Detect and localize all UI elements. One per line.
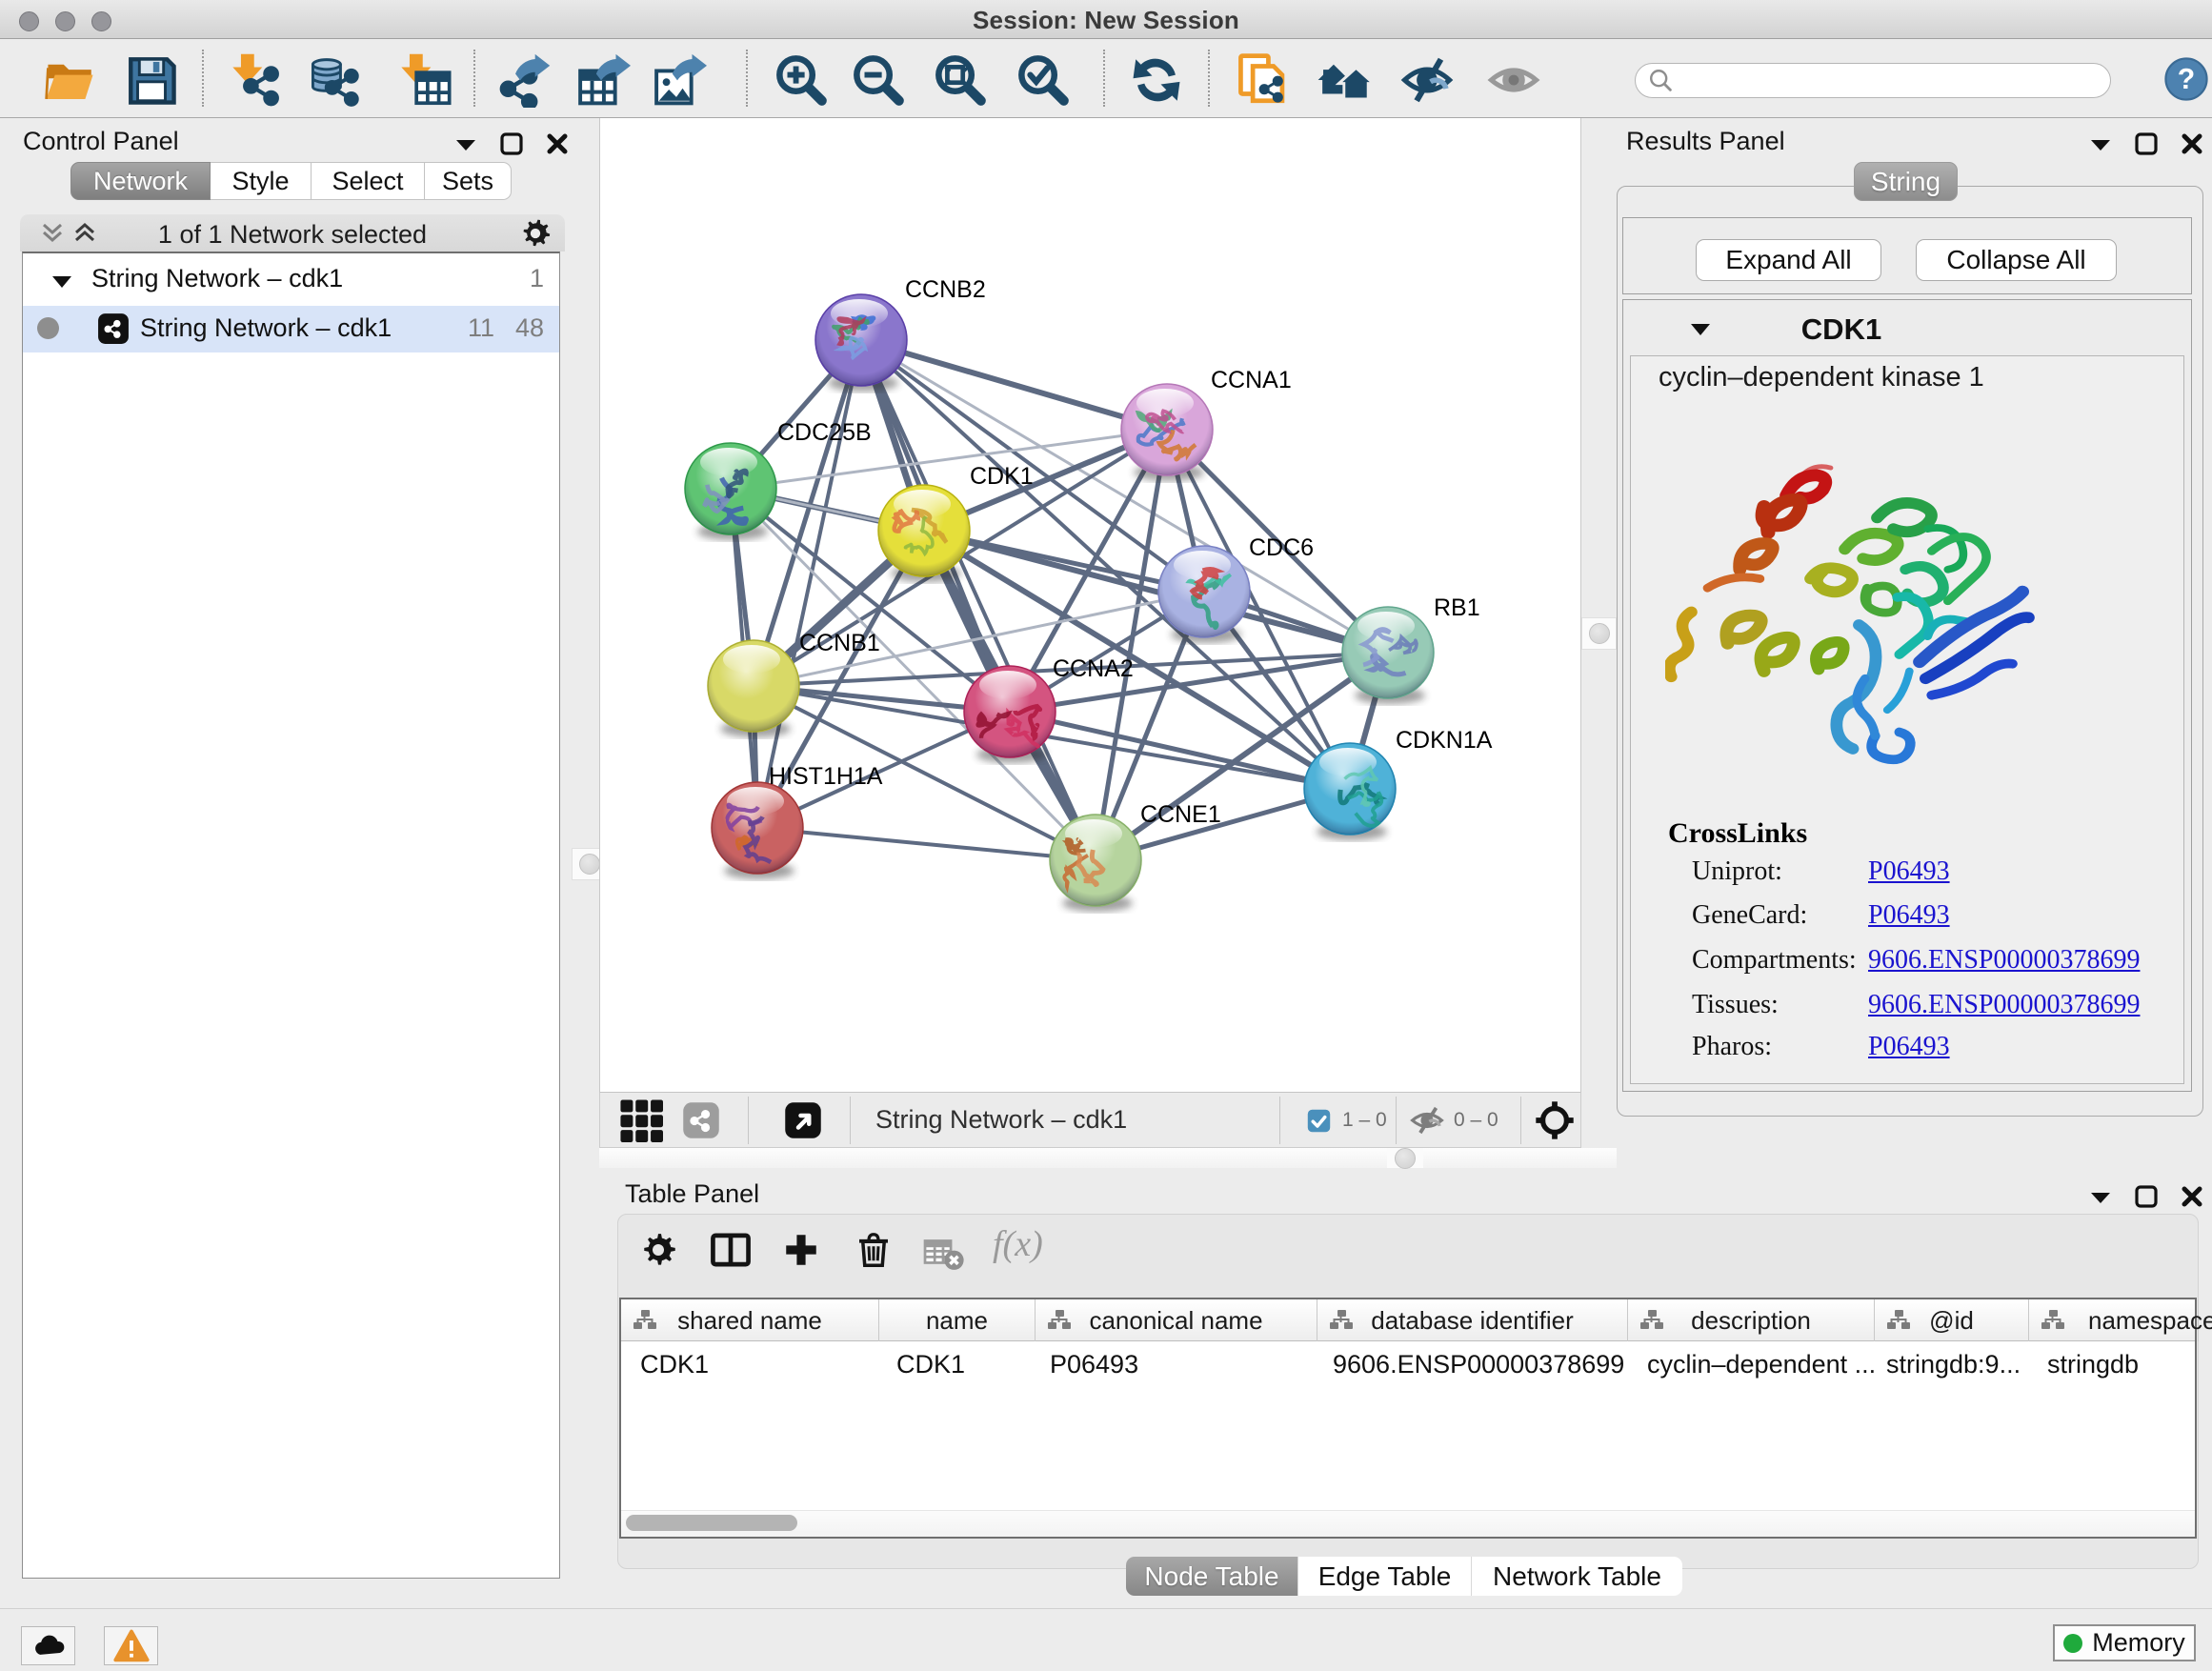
svg-text:CCNA1: CCNA1 — [1211, 367, 1292, 393]
svg-text:HIST1H1A: HIST1H1A — [769, 763, 883, 790]
svg-text:CDKN1A: CDKN1A — [1396, 727, 1493, 754]
svg-text:CDK1: CDK1 — [970, 463, 1034, 490]
svg-text:CDC6: CDC6 — [1249, 534, 1314, 561]
svg-text:CDC25B: CDC25B — [777, 419, 872, 446]
svg-text:RB1: RB1 — [1434, 594, 1480, 621]
svg-text:CCNB1: CCNB1 — [799, 630, 880, 656]
svg-text:CCNA2: CCNA2 — [1053, 655, 1134, 682]
svg-text:CCNB2: CCNB2 — [905, 276, 986, 303]
svg-text:?: ? — [2178, 64, 2195, 95]
svg-text:CCNE1: CCNE1 — [1140, 801, 1221, 828]
